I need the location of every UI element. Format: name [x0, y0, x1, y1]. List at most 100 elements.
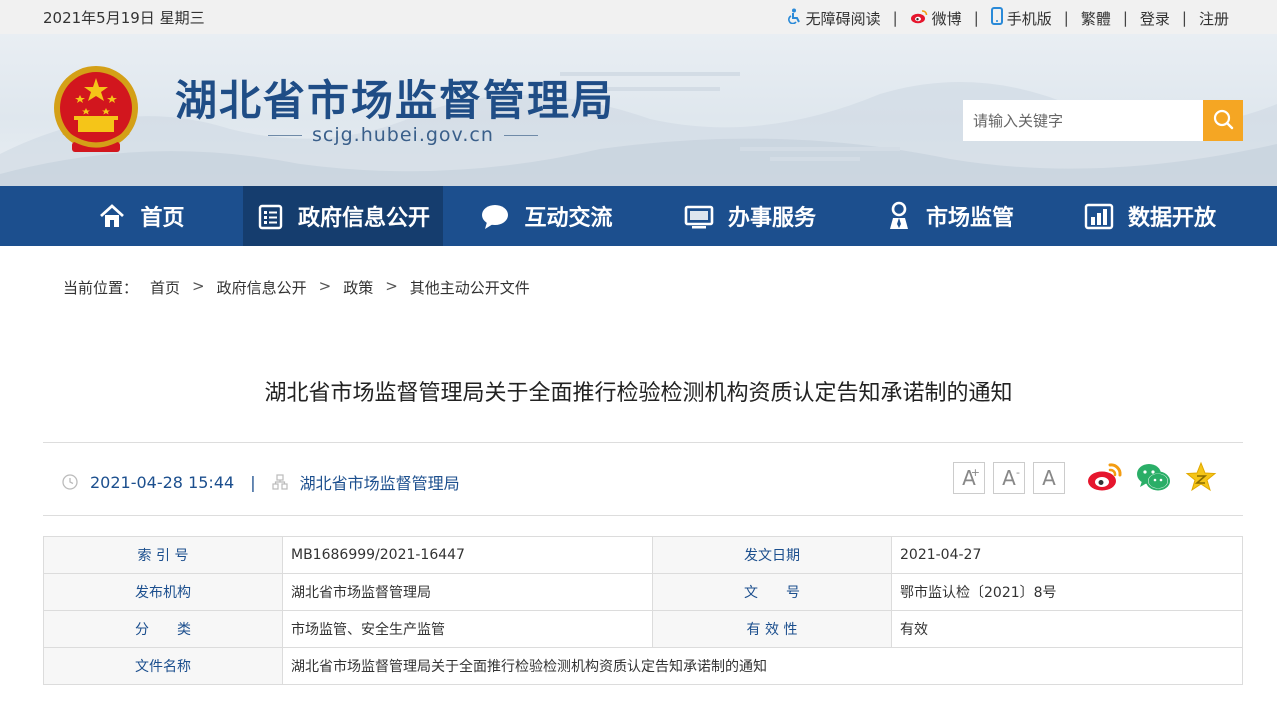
divider: [503, 134, 538, 136]
font-decrease-button[interactable]: A-: [993, 462, 1025, 494]
divider: |: [1122, 9, 1128, 27]
accessibility-label: 无障碍阅读: [805, 9, 881, 28]
index-number-value: MB1686999/2021-16447: [282, 536, 653, 574]
search-input[interactable]: [963, 100, 1203, 141]
table-row: 分 类 市场监管、安全生产监管 有 效 性 有效: [43, 610, 1243, 648]
publisher-value: 湖北省市场监督管理局: [282, 573, 653, 611]
share-wechat-button[interactable]: [1135, 461, 1171, 497]
file-name-label: 文件名称: [43, 647, 283, 685]
validity-value: 有效: [891, 610, 1243, 648]
divider: |: [1063, 9, 1069, 27]
divider: [43, 442, 1243, 443]
document-list-icon: [256, 202, 284, 230]
national-emblem: [50, 62, 142, 158]
breadcrumb-gov-info[interactable]: 政府信息公开: [217, 277, 307, 298]
login-link[interactable]: 登录: [1140, 8, 1170, 29]
nav-item-services[interactable]: 办事服务: [650, 186, 850, 246]
issue-date-value: 2021-04-27: [891, 536, 1243, 574]
main-nav: 首页 政府信息公开 互动交流 办事服务 市场监管 数据开放: [0, 186, 1277, 246]
nav-item-interaction[interactable]: 互动交流: [443, 186, 650, 246]
document-number-value: 鄂市监认检〔2021〕8号: [891, 573, 1243, 611]
plus-icon: +: [970, 466, 980, 479]
home-icon: [98, 202, 126, 230]
phone-icon: [990, 7, 1003, 29]
nav-label: 政府信息公开: [297, 206, 430, 231]
font-size-controls: A + A- A: [953, 462, 1073, 494]
nav-item-home[interactable]: 首页: [0, 186, 243, 246]
category-value: 市场监管、安全生产监管: [282, 610, 653, 648]
breadcrumb: 当前位置： 首页 > 政府信息公开 > 政策 > 其他主动公开文件: [63, 277, 542, 298]
search-box: [963, 100, 1243, 141]
share-buttons: [1087, 461, 1231, 497]
font-reset-label: A: [1042, 466, 1056, 490]
traditional-chinese-link[interactable]: 繁體: [1081, 8, 1111, 29]
top-bar: 2021年5月19日 星期三 无障碍阅读 | 微博 | 手机版 | 繁體 | 登…: [0, 0, 1277, 34]
nav-item-open-data[interactable]: 数据开放: [1050, 186, 1250, 246]
article-title: 湖北省市场监督管理局关于全面推行检验检测机构资质认定告知承诺制的通知: [264, 381, 1013, 406]
share-weibo-button[interactable]: [1087, 461, 1123, 497]
breadcrumb-policy[interactable]: 政策: [343, 277, 373, 298]
wechat-icon: [1136, 462, 1170, 496]
search-icon: [1212, 108, 1234, 134]
divider: [43, 515, 1243, 516]
font-decrease-label: A: [1002, 466, 1016, 490]
index-number-label: 索 引 号: [43, 536, 283, 574]
register-link[interactable]: 注册: [1199, 8, 1229, 29]
wheelchair-icon: [786, 8, 802, 28]
favorite-button[interactable]: [1183, 461, 1219, 497]
article-source: 湖北省市场监督管理局: [299, 474, 460, 493]
divider: |: [973, 9, 979, 27]
nav-label: 办事服务: [727, 206, 816, 231]
document-number-label: 文 号: [652, 573, 892, 611]
bar-chart-icon: [1084, 202, 1114, 230]
table-row: 索 引 号 MB1686999/2021-16447 发文日期 2021-04-…: [43, 536, 1243, 574]
validity-label: 有 效 性: [652, 610, 892, 648]
mobile-label: 手机版: [1006, 9, 1052, 28]
minus-icon: -: [1016, 466, 1020, 479]
site-url-text: scjg.hubei.gov.cn: [312, 124, 494, 146]
table-row: 文件名称 湖北省市场监督管理局关于全面推行检验检测机构资质认定告知承诺制的通知: [43, 647, 1243, 685]
clock-icon: [62, 474, 78, 490]
mobile-link[interactable]: 手机版: [990, 7, 1052, 29]
breadcrumb-label: 当前位置：: [63, 279, 139, 297]
issue-date-label: 发文日期: [652, 536, 892, 574]
chat-bubble-icon: [480, 202, 510, 230]
site-title: 湖北省市场监督管理局: [175, 76, 616, 125]
top-links: 无障碍阅读 | 微博 | 手机版 | 繁體 | 登录 | 注册: [786, 7, 1229, 29]
site-url: scjg.hubei.gov.cn: [258, 124, 548, 146]
nav-label: 互动交流: [524, 206, 613, 231]
font-increase-button[interactable]: A +: [953, 462, 985, 494]
divider: |: [1181, 9, 1187, 27]
breadcrumb-separator: >: [192, 277, 205, 295]
category-label: 分 类: [43, 610, 283, 648]
star-icon: [1185, 461, 1217, 497]
file-name-value: 湖北省市场监督管理局关于全面推行检验检测机构资质认定告知承诺制的通知: [282, 647, 1243, 685]
publish-datetime: 2021-04-28 15:44: [90, 472, 235, 492]
current-date: 2021年5月19日 星期三: [43, 9, 205, 27]
breadcrumb-home[interactable]: 首页: [150, 277, 180, 298]
nav-label: 首页: [140, 206, 185, 231]
monitor-icon: [684, 202, 714, 230]
breadcrumb-separator: >: [385, 277, 398, 295]
header-banner: 湖北省市场监督管理局 scjg.hubei.gov.cn: [0, 34, 1277, 186]
nav-item-market-supervision[interactable]: 市场监管: [850, 186, 1050, 246]
publisher-label: 发布机构: [43, 573, 283, 611]
nav-label: 市场监管: [925, 206, 1014, 231]
article-meta: 2021-04-28 15:44 | 湖北省市场监督管理局: [62, 470, 460, 494]
nav-item-gov-info[interactable]: 政府信息公开: [243, 186, 443, 246]
document-info-table: 索 引 号 MB1686999/2021-16447 发文日期 2021-04-…: [43, 536, 1243, 685]
org-structure-icon: [271, 474, 288, 490]
weibo-icon: [1087, 462, 1123, 496]
divider: |: [892, 9, 898, 27]
accessibility-link[interactable]: 无障碍阅读: [786, 8, 881, 29]
breadcrumb-other-files[interactable]: 其他主动公开文件: [410, 277, 530, 298]
weibo-link[interactable]: 微博: [910, 8, 962, 29]
font-reset-button[interactable]: A: [1033, 462, 1065, 494]
table-row: 发布机构 湖北省市场监督管理局 文 号 鄂市监认检〔2021〕8号: [43, 573, 1243, 611]
divider: |: [250, 472, 256, 492]
weibo-icon: [910, 9, 928, 28]
breadcrumb-separator: >: [318, 277, 332, 295]
person-badge-icon: [886, 201, 912, 231]
search-button[interactable]: [1203, 100, 1243, 141]
divider: [268, 134, 302, 136]
